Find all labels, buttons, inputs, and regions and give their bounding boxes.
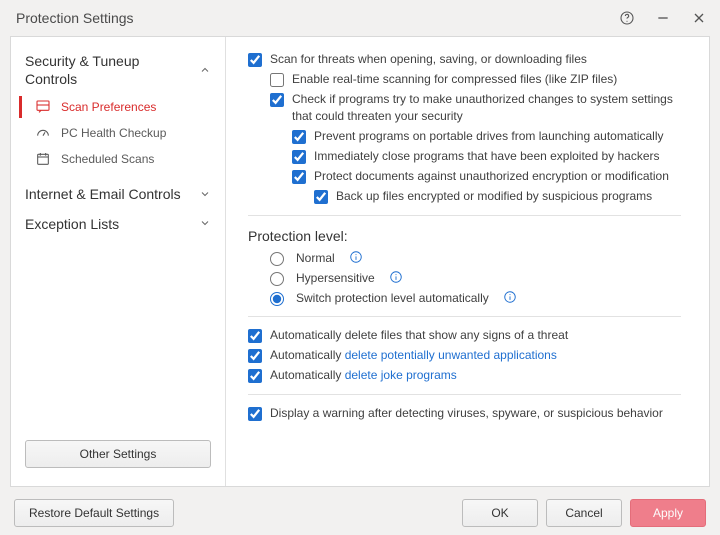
checkbox-display-warning[interactable] [248,407,262,421]
radio-hypersensitive[interactable] [270,272,284,286]
link-delete-joke[interactable]: delete joke programs [345,368,457,382]
checkbox-unauthorized-changes[interactable] [270,93,284,107]
footer-bar: Restore Default Settings OK Cancel Apply [0,491,720,535]
option-label: Prevent programs on portable drives from… [314,128,664,144]
sidebar-group-label: Exception Lists [25,216,119,234]
option-label: Automatically delete files that show any… [270,327,568,343]
gauge-icon [35,125,51,141]
option-label: Check if programs try to make unauthoriz… [292,91,681,123]
apply-button[interactable]: Apply [630,499,706,527]
option-scan-threats[interactable]: Scan for threats when opening, saving, o… [248,49,681,69]
minimize-icon[interactable] [652,7,674,29]
sidebar-group-label: Security & Tuneup Controls [25,53,185,88]
sidebar-group-internet-email[interactable]: Internet & Email Controls [11,178,225,208]
option-unauthorized-changes[interactable]: Check if programs try to make unauthoriz… [248,89,681,125]
radio-label: Switch protection level automatically [296,290,489,306]
sidebar-group-security-tuneup[interactable]: Security & Tuneup Controls [11,45,225,92]
calendar-icon [35,151,51,167]
sidebar-item-pc-health-checkup[interactable]: PC Health Checkup [11,120,225,146]
radio-auto[interactable] [270,292,284,306]
option-label: Immediately close programs that have bee… [314,148,660,164]
sidebar-item-label: Scan Preferences [61,100,156,114]
option-portable-drives[interactable]: Prevent programs on portable drives from… [248,126,681,146]
sidebar-group-label: Internet & Email Controls [25,186,181,204]
option-close-exploited[interactable]: Immediately close programs that have bee… [248,146,681,166]
other-settings-button[interactable]: Other Settings [25,440,211,468]
checkbox-auto-delete-joke[interactable] [248,369,262,383]
option-label: Scan for threats when opening, saving, o… [270,51,587,67]
sidebar-item-scheduled-scans[interactable]: Scheduled Scans [11,146,225,172]
sidebar-item-label: PC Health Checkup [61,126,166,140]
sidebar-group-exception-lists[interactable]: Exception Lists [11,208,225,238]
option-auto-delete-pup[interactable]: Automatically delete potentially unwante… [248,345,681,365]
radio-label: Normal [296,250,335,266]
option-label: Back up files encrypted or modified by s… [336,188,652,204]
radio-label: Hypersensitive [296,270,375,286]
option-label: Display a warning after detecting viruse… [270,405,663,421]
text-fragment: Automatically [270,368,345,382]
option-protect-documents[interactable]: Protect documents against unauthorized e… [248,166,681,186]
option-label: Protect documents against unauthorized e… [314,168,669,184]
info-icon[interactable] [349,250,363,264]
chevron-down-icon [199,216,211,232]
option-auto-delete-joke[interactable]: Automatically delete joke programs [248,365,681,385]
checkbox-scan-threats[interactable] [248,53,262,67]
info-icon[interactable] [389,270,403,284]
protection-level-title: Protection level: [248,224,681,248]
checkbox-portable-drives[interactable] [292,130,306,144]
radio-normal-row[interactable]: Normal [248,248,681,268]
checkbox-protect-documents[interactable] [292,170,306,184]
option-label: Enable real-time scanning for compressed… [292,71,617,87]
chevron-down-icon [199,187,211,203]
link-delete-pup[interactable]: delete potentially unwanted applications [345,348,557,362]
close-icon[interactable] [688,7,710,29]
info-icon[interactable] [503,290,517,304]
divider [248,316,681,317]
scan-preferences-icon [35,99,51,115]
divider [248,215,681,216]
checkbox-close-exploited[interactable] [292,150,306,164]
title-bar: Protection Settings [0,0,720,36]
window-title: Protection Settings [16,10,616,26]
chevron-up-icon [199,63,211,79]
sidebar-items-security-tuneup: Scan Preferences PC Health Checkup Sched… [11,92,225,178]
text-fragment: Automatically [270,348,345,362]
option-label: Automatically delete joke programs [270,367,457,383]
checkbox-auto-delete[interactable] [248,329,262,343]
help-icon[interactable] [616,7,638,29]
option-realtime-compressed[interactable]: Enable real-time scanning for compressed… [248,69,681,89]
checkbox-auto-delete-pup[interactable] [248,349,262,363]
restore-defaults-button[interactable]: Restore Default Settings [14,499,174,527]
radio-normal[interactable] [270,252,284,266]
option-label: Automatically delete potentially unwante… [270,347,557,363]
main-panel: Scan for threats when opening, saving, o… [226,37,709,486]
ok-button[interactable]: OK [462,499,538,527]
protection-settings-window: Protection Settings Security & Tuneup Co… [0,0,720,535]
checkbox-realtime-compressed[interactable] [270,73,284,87]
content-frame: Security & Tuneup Controls Scan Preferen… [10,36,710,487]
sidebar: Security & Tuneup Controls Scan Preferen… [11,37,226,486]
sidebar-item-scan-preferences[interactable]: Scan Preferences [11,94,225,120]
option-auto-delete[interactable]: Automatically delete files that show any… [248,325,681,345]
option-backup-encrypted[interactable]: Back up files encrypted or modified by s… [248,186,681,206]
cancel-button[interactable]: Cancel [546,499,622,527]
radio-hypersensitive-row[interactable]: Hypersensitive [248,268,681,288]
radio-auto-row[interactable]: Switch protection level automatically [248,288,681,308]
checkbox-backup-encrypted[interactable] [314,190,328,204]
titlebar-controls [616,7,710,29]
sidebar-item-label: Scheduled Scans [61,152,154,166]
divider [248,394,681,395]
option-display-warning[interactable]: Display a warning after detecting viruse… [248,403,681,423]
